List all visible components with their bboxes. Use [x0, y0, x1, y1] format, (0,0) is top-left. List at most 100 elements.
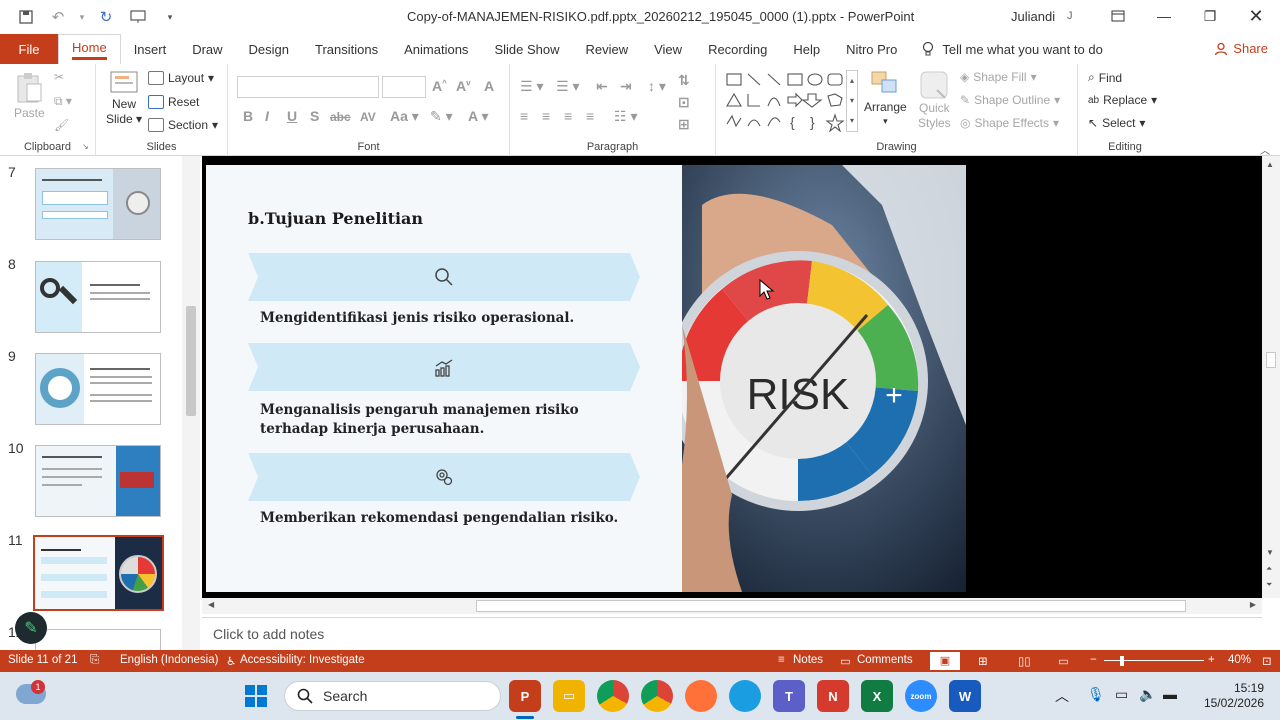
network-icon[interactable]: ▭ — [1115, 686, 1128, 703]
scroll-up-icon[interactable]: ▲ — [1266, 160, 1274, 169]
tell-me-search[interactable]: Tell me what you want to do — [922, 41, 1103, 57]
tab-draw[interactable]: Draw — [179, 34, 235, 64]
font-color-icon[interactable]: A ▾ — [468, 108, 489, 125]
layout-button[interactable]: Layout ▾ — [148, 71, 214, 85]
microphone-icon[interactable]: 🎙 — [1087, 686, 1105, 703]
tab-review[interactable]: Review — [572, 34, 641, 64]
chrome-icon[interactable] — [597, 680, 629, 712]
excel-icon[interactable]: X — [861, 680, 893, 712]
justify-icon[interactable]: ≡ — [586, 108, 594, 124]
tab-home[interactable]: Home — [58, 34, 121, 64]
columns-icon[interactable]: ☷ ▾ — [614, 108, 637, 125]
slide-sorter-icon[interactable]: ⊞ — [978, 654, 988, 668]
slide-thumbnail[interactable] — [35, 629, 161, 650]
normal-view-icon[interactable]: ▣ — [930, 652, 960, 670]
character-spacing-icon[interactable]: AV — [360, 110, 376, 124]
powerpoint-app-icon[interactable]: P — [509, 680, 541, 712]
tab-animations[interactable]: Animations — [391, 34, 481, 64]
fit-to-window-icon[interactable]: ⊡ — [1262, 654, 1272, 668]
show-hidden-icons-icon[interactable]: ︿ — [1055, 686, 1069, 706]
decrease-font-icon[interactable]: Av — [456, 78, 471, 94]
tab-file[interactable]: File — [0, 34, 58, 64]
align-right-icon[interactable]: ≡ — [564, 108, 572, 124]
format-painter-icon[interactable]: 🖌 — [54, 118, 69, 132]
notes-pane[interactable]: Click to add notes — [202, 617, 1262, 650]
thumbnails-scrollbar[interactable] — [182, 156, 200, 650]
language-indicator[interactable]: English (Indonesia) — [120, 654, 218, 666]
shapes-gallery[interactable]: {} — [724, 70, 860, 132]
notes-icon[interactable]: ≡ — [778, 654, 785, 666]
reading-view-icon[interactable]: ▯▯ — [1018, 654, 1031, 668]
slideshow-view-icon[interactable]: ▭ — [1058, 654, 1069, 668]
tab-help[interactable]: Help — [780, 34, 833, 64]
risk-gauge-image[interactable]: RISK + — [682, 165, 966, 592]
user-name[interactable]: Juliandi — [1011, 9, 1055, 24]
tab-recording[interactable]: Recording — [695, 34, 780, 64]
quick-styles-button[interactable]: Quick Styles — [918, 70, 951, 130]
shape-effects-button[interactable]: ◎ Shape Effects ▾ — [960, 116, 1059, 130]
taskbar-search[interactable]: Search — [284, 681, 501, 711]
find-button[interactable]: ⌕ Find — [1088, 70, 1122, 85]
volume-icon[interactable]: 🔈 — [1139, 686, 1156, 703]
scroll-thumb[interactable] — [1266, 352, 1276, 368]
tab-slide-show[interactable]: Slide Show — [481, 34, 572, 64]
align-text-icon[interactable]: ⊡ — [678, 94, 690, 111]
text-direction-icon[interactable]: ⇅ — [678, 72, 690, 89]
arrange-button[interactable]: Arrange ▾ — [864, 70, 907, 127]
copy-icon[interactable]: ⧉ ▾ — [54, 94, 72, 109]
next-slide-icon[interactable]: ⏷ — [1266, 580, 1272, 590]
user-avatar[interactable]: J — [1067, 10, 1073, 22]
shapes-more-icon[interactable]: ▴ ▾ ▾ — [846, 70, 858, 132]
numbering-icon[interactable]: ☰ ▾ — [556, 78, 579, 95]
italic-icon[interactable]: I — [265, 108, 269, 124]
objective-text[interactable]: Menganalisis pengaruh manajemen risiko t… — [260, 401, 640, 439]
new-slide-button[interactable]: New Slide ▾ — [106, 70, 142, 126]
smartart-icon[interactable]: ⊞ — [678, 116, 690, 133]
scrollbar-thumb[interactable] — [186, 306, 196, 416]
share-button[interactable]: Share — [1214, 41, 1268, 56]
spelling-icon[interactable]: ⎘ — [90, 654, 99, 667]
zoom-level[interactable]: 40% — [1228, 654, 1251, 666]
restore-icon[interactable]: ❐ — [1187, 0, 1233, 32]
bullets-icon[interactable]: ☰ ▾ — [520, 78, 543, 95]
tab-view[interactable]: View — [641, 34, 695, 64]
customize-qat-icon[interactable]: ▾ — [156, 3, 184, 31]
undo-icon[interactable]: ↶ — [44, 3, 72, 31]
select-button[interactable]: ↖ Select ▾ — [1088, 116, 1145, 130]
tab-design[interactable]: Design — [236, 34, 302, 64]
objective-text[interactable]: Memberikan rekomendasi pengendalian risi… — [260, 509, 618, 528]
zoom-slider-thumb[interactable] — [1120, 656, 1124, 666]
collapse-ribbon-icon[interactable]: ︿ — [1260, 142, 1270, 157]
scroll-down-icon[interactable]: ▼ — [1266, 548, 1274, 557]
comment-icon[interactable]: ▭ — [840, 654, 851, 668]
slide-thumbnail-selected[interactable] — [33, 535, 164, 611]
save-icon[interactable] — [12, 3, 40, 31]
undo-dropdown-icon[interactable]: ▾ — [76, 3, 88, 31]
slide-thumbnail[interactable] — [35, 168, 161, 240]
comments-button[interactable]: Comments — [857, 654, 913, 666]
pen-tool-icon[interactable]: ✎ — [15, 612, 47, 644]
slide-thumbnail[interactable] — [35, 261, 161, 333]
firefox-icon[interactable] — [685, 680, 717, 712]
notes-button[interactable]: Notes — [793, 654, 823, 666]
shadow-icon[interactable]: S — [310, 108, 319, 124]
windows-start-icon[interactable] — [244, 684, 268, 708]
file-explorer-icon[interactable]: ▭ — [553, 680, 585, 712]
objective-text[interactable]: Mengidentifikasi jenis risiko operasiona… — [260, 309, 574, 328]
clear-formatting-icon[interactable]: A — [484, 78, 494, 94]
ribbon-display-icon[interactable] — [1095, 0, 1141, 32]
slide-horizontal-scrollbar[interactable]: ◀ ▶ — [202, 598, 1262, 614]
line-spacing-icon[interactable]: ↕ ▾ — [648, 78, 666, 95]
font-family-dropdown[interactable] — [237, 76, 379, 98]
slide-thumbnail[interactable] — [35, 445, 161, 517]
underline-icon[interactable]: U — [287, 108, 297, 124]
presentation-icon[interactable] — [124, 3, 152, 31]
align-left-icon[interactable]: ≡ — [520, 108, 528, 124]
minimize-icon[interactable]: — — [1141, 0, 1187, 32]
tab-transitions[interactable]: Transitions — [302, 34, 391, 64]
accessibility-icon[interactable]: ♿ — [226, 654, 236, 668]
slide-thumbnail[interactable] — [35, 353, 161, 425]
bold-icon[interactable]: B — [243, 108, 253, 124]
scroll-thumb[interactable] — [476, 600, 1186, 612]
dialog-launcher-icon[interactable]: ↘ — [82, 142, 89, 151]
